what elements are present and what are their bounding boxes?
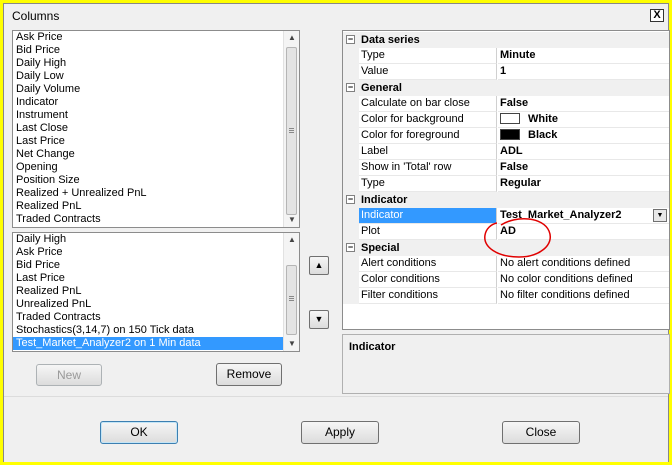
move-up-button[interactable]: ▲	[309, 256, 329, 275]
list-item[interactable]: Last Close	[13, 122, 299, 135]
property-row[interactable]: Value 1	[343, 64, 669, 80]
move-down-button[interactable]: ▼	[309, 310, 329, 329]
scroll-down-icon[interactable]: ▼	[284, 337, 299, 351]
property-row[interactable]: Filter conditions No filter conditions d…	[343, 288, 669, 304]
white-color-swatch	[500, 113, 520, 124]
close-window-icon[interactable]: X	[650, 9, 664, 22]
columns-dialog: Columns X Ask Price Bid Price Daily High Da…	[3, 3, 670, 462]
list-item[interactable]: Net Change	[13, 148, 299, 161]
property-row[interactable]: Color for background White	[343, 112, 669, 128]
list-item[interactable]: Position Size	[13, 174, 299, 187]
list-item[interactable]: Daily High	[13, 57, 299, 70]
list-item[interactable]: Test_Market_Analyzer2 on 1 Min data	[13, 337, 299, 350]
button-bar: OK Apply Close	[4, 396, 668, 462]
title-bar: Columns X	[4, 4, 668, 26]
annotation-circle	[484, 218, 551, 258]
scroll-up-icon[interactable]: ▲	[284, 31, 299, 45]
collapse-icon[interactable]: −	[346, 35, 355, 44]
collapse-icon[interactable]: −	[346, 83, 355, 92]
property-row[interactable]: Show in 'Total' row False	[343, 160, 669, 176]
list-item[interactable]: Ask Price	[13, 246, 299, 259]
category-indicator[interactable]: − Indicator	[343, 192, 669, 208]
list-item[interactable]: Instrument	[13, 109, 299, 122]
list-item[interactable]: Daily Low	[13, 70, 299, 83]
list-item[interactable]: Indicator	[13, 96, 299, 109]
property-row[interactable]: Type Minute	[343, 48, 669, 64]
description-panel: Indicator	[342, 334, 670, 394]
description-title: Indicator	[349, 341, 396, 353]
property-grid: − Data series Type Minute Value 1 − Gene…	[342, 30, 670, 330]
list-item[interactable]: Daily Volume	[13, 83, 299, 96]
new-button[interactable]: New	[36, 364, 102, 386]
list-item[interactable]: Bid Price	[13, 44, 299, 57]
list-item[interactable]: Traded Contracts	[13, 213, 299, 226]
list-item[interactable]: Last Price	[13, 272, 299, 285]
list-item[interactable]: Stochastics(3,14,7) on 150 Tick data	[13, 324, 299, 337]
down-arrow-icon: ▼	[314, 314, 324, 324]
scroll-up-icon[interactable]: ▲	[284, 233, 299, 247]
list-item[interactable]: Realized PnL	[13, 200, 299, 213]
black-color-swatch	[500, 129, 520, 140]
property-row[interactable]: Color conditions No color conditions def…	[343, 272, 669, 288]
list-item[interactable]: Bid Price	[13, 259, 299, 272]
selected-columns-list[interactable]: Daily High Ask Price Bid Price Last Price Re…	[12, 232, 300, 352]
category-data-series[interactable]: − Data series	[343, 32, 669, 48]
collapse-icon[interactable]: −	[346, 243, 355, 252]
list-item[interactable]: Traded Contracts	[13, 311, 299, 324]
property-row[interactable]: Type Regular	[343, 176, 669, 192]
dialog-title: Columns	[12, 9, 60, 23]
property-row[interactable]: Label ADL	[343, 144, 669, 160]
list-item[interactable]: Realized + Unrealized PnL	[13, 187, 299, 200]
remove-button[interactable]: Remove	[216, 363, 282, 386]
close-button[interactable]: Close	[502, 421, 580, 444]
scroll-thumb[interactable]	[286, 47, 297, 215]
collapse-icon[interactable]: −	[346, 195, 355, 204]
dropdown-arrow-icon[interactable]: ▼	[653, 209, 667, 222]
list-item[interactable]: Last Price	[13, 135, 299, 148]
property-row[interactable]: Color for foreground Black	[343, 128, 669, 144]
list-item[interactable]: Daily High	[13, 233, 299, 246]
ok-button[interactable]: OK	[100, 421, 178, 444]
available-columns-list[interactable]: Ask Price Bid Price Daily High Daily Low Dai…	[12, 30, 300, 228]
category-general[interactable]: − General	[343, 80, 669, 96]
scroll-down-icon[interactable]: ▼	[284, 213, 299, 227]
selected-list-scrollbar[interactable]: ▲ ▼	[283, 233, 299, 351]
apply-button[interactable]: Apply	[301, 421, 379, 444]
available-list-scrollbar[interactable]: ▲ ▼	[283, 31, 299, 227]
list-item[interactable]: Realized PnL	[13, 285, 299, 298]
list-item[interactable]: Opening	[13, 161, 299, 174]
list-item[interactable]: Unrealized PnL	[13, 298, 299, 311]
property-row[interactable]: Calculate on bar close False	[343, 96, 669, 112]
up-arrow-icon: ▲	[314, 260, 324, 270]
scroll-thumb[interactable]	[286, 265, 297, 335]
list-item[interactable]: Ask Price	[13, 31, 299, 44]
